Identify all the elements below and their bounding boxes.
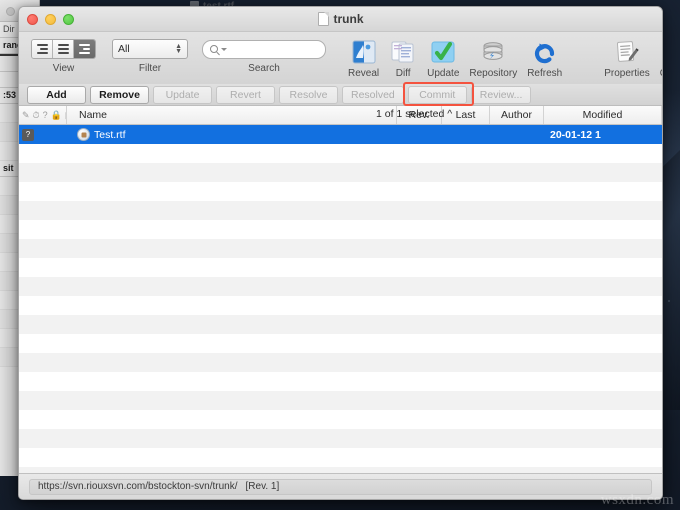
resolved-button: Resolved	[342, 85, 404, 104]
toolbar-button-diff[interactable]: Diff	[389, 38, 417, 79]
close-button[interactable]	[27, 14, 38, 25]
window-titlebar: trunk	[19, 7, 662, 32]
background-close-button[interactable]	[6, 7, 15, 16]
toolbar-button-refresh[interactable]: Refresh	[527, 38, 562, 79]
review-button: Review...	[470, 85, 532, 104]
empty-row[interactable]	[19, 391, 662, 410]
empty-row[interactable]	[19, 334, 662, 353]
column-header-name[interactable]: Name	[67, 106, 397, 124]
wallpaper-speck	[668, 300, 670, 302]
empty-row[interactable]	[19, 144, 662, 163]
toolbar-button-update[interactable]: Update	[427, 38, 459, 79]
filter-value: All	[118, 43, 130, 55]
svn-client-window[interactable]: trunk View All ▲ ▼ Filter Search Reveal …	[18, 6, 663, 500]
column-header-status-icons: ✎ ⏱ ? 🔒 ▤	[19, 106, 67, 124]
lock-icon: 🔒	[50, 109, 62, 120]
toolbar-label-reveal: Reveal	[348, 68, 380, 79]
window-title: trunk	[333, 12, 364, 26]
zoom-button[interactable]	[63, 14, 74, 25]
view-segmented-control[interactable]	[31, 39, 96, 59]
toolbar-label-repository: Repository	[469, 68, 518, 79]
status-flag-badge: ?	[22, 128, 34, 141]
main-toolbar: View All ▲ ▼ Filter Search Reveal Diff U…	[19, 32, 662, 84]
commit-button: Commit	[407, 85, 467, 104]
update-button: Update	[153, 85, 212, 104]
empty-row[interactable]	[19, 201, 662, 220]
window-title-area: trunk	[317, 12, 364, 26]
empty-row[interactable]	[19, 353, 662, 372]
empty-row[interactable]	[19, 410, 662, 429]
revision-label: [Rev. 1]	[245, 481, 280, 492]
chevron-down-icon	[221, 47, 227, 51]
update-icon	[429, 38, 457, 66]
empty-row[interactable]	[19, 220, 662, 239]
revert-button: Revert	[216, 85, 275, 104]
column-header-modified[interactable]: Modified	[544, 106, 662, 124]
empty-row[interactable]	[19, 429, 662, 448]
toolbar-label-output: Output	[660, 68, 662, 79]
filter-popup[interactable]: All ▲ ▼	[112, 39, 188, 59]
toolbar-label-refresh: Refresh	[527, 68, 563, 79]
empty-row[interactable]	[19, 182, 662, 201]
view-list-icon[interactable]	[53, 40, 74, 58]
add-button[interactable]: Add	[27, 85, 86, 104]
toolbar-group-view: View	[31, 38, 96, 74]
empty-row[interactable]	[19, 258, 662, 277]
empty-row[interactable]	[19, 372, 662, 391]
toolbar-button-properties[interactable]: Properties	[604, 38, 650, 79]
file-list-column-headers: ✎ ⏱ ? 🔒 ▤ Name Rev. Last Author Modified	[19, 106, 662, 125]
question-icon: ?	[42, 110, 48, 120]
toolbar-label-filter: Filter	[138, 63, 162, 74]
column-header-author[interactable]: Author	[490, 106, 544, 124]
reveal-icon	[350, 38, 378, 66]
repository-url-field[interactable]: https://svn.riouxsvn.com/bstockton-svn/t…	[29, 478, 652, 495]
pencil-icon: ✎	[22, 109, 30, 120]
refresh-icon	[531, 38, 559, 66]
selection-count-label: 1 of 1 selected ^	[376, 108, 453, 120]
toolbar-label-diff: Diff	[395, 68, 411, 79]
minimize-button[interactable]	[45, 14, 56, 25]
search-icon	[210, 45, 218, 53]
output-icon	[661, 38, 662, 66]
table-row[interactable]: ? Test.rtf 20-01-12 1	[19, 125, 662, 144]
action-button-bar: Add Remove Update Revert Resolve Resolve…	[19, 82, 662, 106]
watermark: wsxdn.com	[600, 492, 674, 508]
toolbar-label-view: View	[52, 63, 75, 74]
view-flat-icon[interactable]	[32, 40, 53, 58]
status-bar: https://svn.riouxsvn.com/bstockton-svn/t…	[19, 473, 662, 499]
file-name: Test.rtf	[94, 128, 126, 141]
empty-row[interactable]	[19, 315, 662, 334]
toolbar-label-properties: Properties	[604, 68, 650, 79]
toolbar-label-search: Search	[248, 63, 280, 74]
empty-row[interactable]	[19, 448, 662, 467]
empty-row[interactable]	[19, 239, 662, 258]
resolve-button: Resolve	[279, 85, 338, 104]
file-modified: 20-01-12 1	[550, 128, 601, 141]
clock-icon: ⏱	[32, 109, 40, 120]
traffic-light-buttons	[27, 14, 74, 25]
empty-row[interactable]	[19, 277, 662, 296]
document-icon	[317, 12, 329, 26]
toolbar-button-repository[interactable]: Repository	[469, 38, 517, 79]
toolbar-label-update: Update	[427, 68, 460, 79]
repository-url: https://svn.riouxsvn.com/bstockton-svn/t…	[38, 481, 238, 492]
rtf-file-icon	[77, 128, 90, 141]
empty-row[interactable]	[19, 467, 662, 473]
diff-icon	[389, 38, 417, 66]
toolbar-group-search: Search	[202, 38, 326, 74]
view-tree-icon[interactable]	[74, 40, 95, 58]
toolbar-group-filter: All ▲ ▼ Filter	[112, 38, 188, 74]
repository-icon	[479, 38, 507, 66]
empty-row[interactable]	[19, 296, 662, 315]
properties-icon	[613, 38, 641, 66]
file-list-body[interactable]: ? Test.rtf 20-01-12 1	[19, 125, 662, 473]
empty-row[interactable]	[19, 163, 662, 182]
search-field[interactable]	[202, 39, 326, 59]
chevron-updown-icon: ▲ ▼	[175, 43, 182, 55]
remove-button[interactable]: Remove	[90, 85, 149, 104]
toolbar-button-reveal[interactable]: Reveal	[348, 38, 379, 79]
toolbar-button-output[interactable]: Output	[660, 38, 662, 79]
